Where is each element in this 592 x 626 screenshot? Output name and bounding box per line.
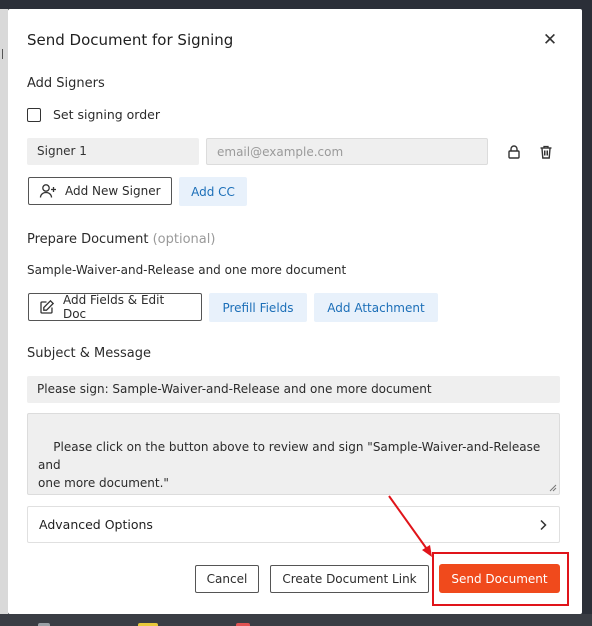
signer-email-input[interactable] bbox=[206, 138, 488, 165]
prepare-document-title: Prepare Document bbox=[27, 232, 149, 247]
signing-order-row[interactable]: Set signing order bbox=[27, 107, 160, 122]
cancel-button[interactable]: Cancel bbox=[195, 565, 259, 593]
backdrop-taskbar bbox=[0, 614, 592, 626]
chevron-right-icon bbox=[540, 519, 547, 530]
create-document-link-button[interactable]: Create Document Link bbox=[270, 565, 429, 593]
backdrop-top bbox=[0, 0, 592, 9]
prefill-fields-button[interactable]: Prefill Fields bbox=[209, 293, 307, 322]
message-textarea[interactable]: Please click on the button above to revi… bbox=[27, 413, 560, 495]
lock-icon[interactable] bbox=[506, 144, 522, 160]
send-document-modal: Send Document for Signing ✕ Add Signers … bbox=[8, 9, 582, 614]
resize-grip-icon[interactable] bbox=[549, 484, 557, 492]
send-document-button[interactable]: Send Document bbox=[439, 564, 560, 593]
documents-summary: Sample-Waiver-and-Release and one more d… bbox=[27, 263, 347, 277]
subject-message-heading: Subject & Message bbox=[27, 346, 151, 361]
add-new-signer-label: Add New Signer bbox=[65, 184, 161, 198]
add-attachment-button[interactable]: Add Attachment bbox=[314, 293, 438, 322]
message-text: Please click on the button above to revi… bbox=[38, 440, 541, 490]
edit-icon bbox=[40, 299, 55, 314]
advanced-options-label: Advanced Options bbox=[39, 517, 153, 532]
add-new-signer-button[interactable]: Add New Signer bbox=[28, 177, 172, 205]
add-user-icon bbox=[39, 184, 56, 198]
add-fields-edit-doc-button[interactable]: Add Fields & Edit Doc bbox=[28, 293, 202, 321]
subject-input[interactable]: Please sign: Sample-Waiver-and-Release a… bbox=[27, 376, 560, 403]
trash-icon[interactable] bbox=[538, 144, 554, 160]
close-icon[interactable]: ✕ bbox=[541, 31, 559, 49]
optional-label: (optional) bbox=[152, 232, 216, 247]
backdrop-left-page bbox=[0, 9, 8, 614]
advanced-options-toggle[interactable]: Advanced Options bbox=[27, 506, 560, 543]
modal-title: Send Document for Signing bbox=[27, 31, 234, 49]
add-cc-button[interactable]: Add CC bbox=[179, 177, 247, 206]
signing-order-label: Set signing order bbox=[53, 107, 160, 122]
add-fields-edit-doc-label: Add Fields & Edit Doc bbox=[62, 293, 165, 321]
signer-name-field[interactable]: Signer 1 bbox=[27, 138, 199, 165]
add-signers-heading: Add Signers bbox=[27, 76, 105, 91]
signing-order-checkbox[interactable] bbox=[27, 107, 41, 122]
prepare-document-heading: Prepare Document (optional) bbox=[27, 232, 215, 247]
